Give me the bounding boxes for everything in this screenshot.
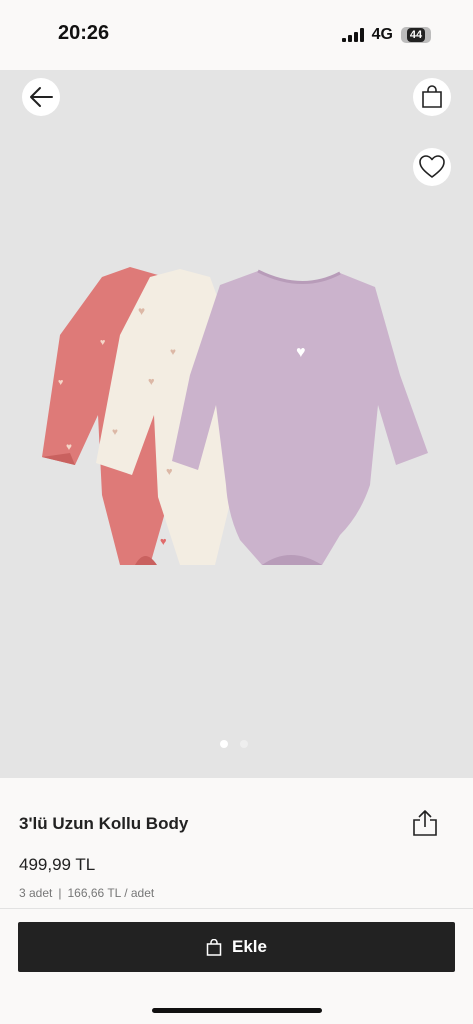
bag-icon [206, 938, 222, 956]
signal-icon [341, 28, 364, 42]
status-time: 20:26 [58, 22, 110, 44]
share-icon [413, 810, 437, 836]
home-indicator[interactable] [152, 1008, 322, 1013]
svg-text:♥: ♥ [296, 344, 306, 361]
svg-text:♥: ♥ [170, 347, 176, 358]
battery-level: 44 [406, 28, 426, 42]
unit-price-label: 166,66 TL / adet [67, 886, 155, 900]
svg-text:♥: ♥ [160, 536, 167, 548]
gallery-pagination[interactable] [220, 740, 248, 748]
separator: | [58, 886, 62, 900]
product-title: 3'lü Uzun Kollu Body [19, 814, 189, 833]
divider [0, 908, 473, 909]
svg-text:♥: ♥ [100, 337, 105, 347]
cart-button[interactable] [413, 78, 451, 116]
svg-text:♥: ♥ [148, 376, 155, 388]
status-bar: 20:26 4G 44 [0, 0, 473, 70]
battery-icon: 44 [401, 27, 431, 43]
heart-icon [419, 155, 445, 178]
svg-text:♥: ♥ [166, 466, 173, 478]
add-to-cart-button[interactable]: Ekle [18, 922, 455, 972]
product-gallery[interactable]: ♥ ♥ ♥ ♥ ♥ ♥ ♥ ♥ ♥ ♥ [0, 70, 473, 778]
product-image: ♥ ♥ ♥ ♥ ♥ ♥ ♥ ♥ ♥ ♥ [42, 267, 428, 565]
shopping-bag-icon [422, 85, 442, 108]
pagination-dot-active[interactable] [220, 740, 228, 748]
network-label: 4G [371, 26, 393, 43]
unit-price-info: 3 adet | 166,66 TL / adet [19, 886, 154, 900]
svg-text:♥: ♥ [112, 427, 118, 438]
add-button-label: Ekle [232, 937, 267, 956]
share-button[interactable] [410, 808, 440, 838]
quantity-label: 3 adet [19, 886, 53, 900]
svg-text:♥: ♥ [66, 442, 72, 453]
product-info: 3'lü Uzun Kollu Body 499,99 TL 3 adet | 16… [0, 778, 473, 908]
status-indicators: 4G 44 [341, 26, 431, 44]
product-price: 499,99 TL [19, 855, 96, 874]
pagination-dot[interactable] [240, 740, 248, 748]
favorite-button[interactable] [413, 148, 451, 186]
svg-text:♥: ♥ [58, 377, 63, 387]
svg-text:♥: ♥ [138, 304, 145, 318]
back-button[interactable] [22, 78, 60, 116]
arrow-left-icon [30, 87, 53, 107]
